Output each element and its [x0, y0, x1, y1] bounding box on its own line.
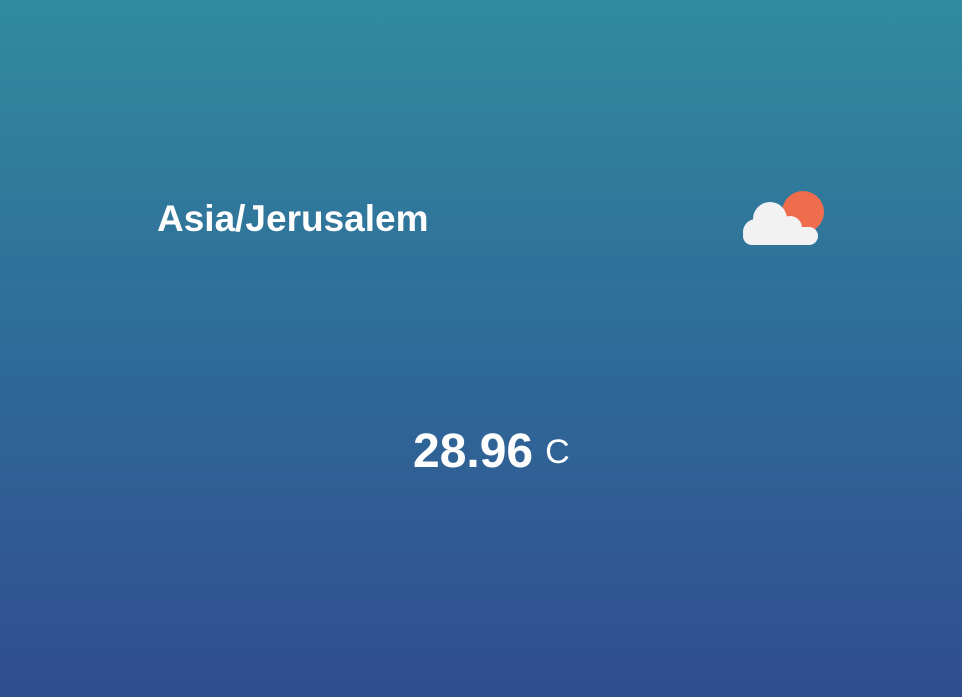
location-name: Asia/Jerusalem — [157, 198, 429, 239]
temperature-unit: C — [545, 433, 570, 471]
temperature-display: 28.96 C — [413, 424, 570, 480]
partly-cloudy-icon — [742, 189, 826, 249]
temperature-value: 28.96 — [413, 425, 534, 478]
weather-card: Asia/Jerusalem 28.96 C — [0, 0, 962, 697]
